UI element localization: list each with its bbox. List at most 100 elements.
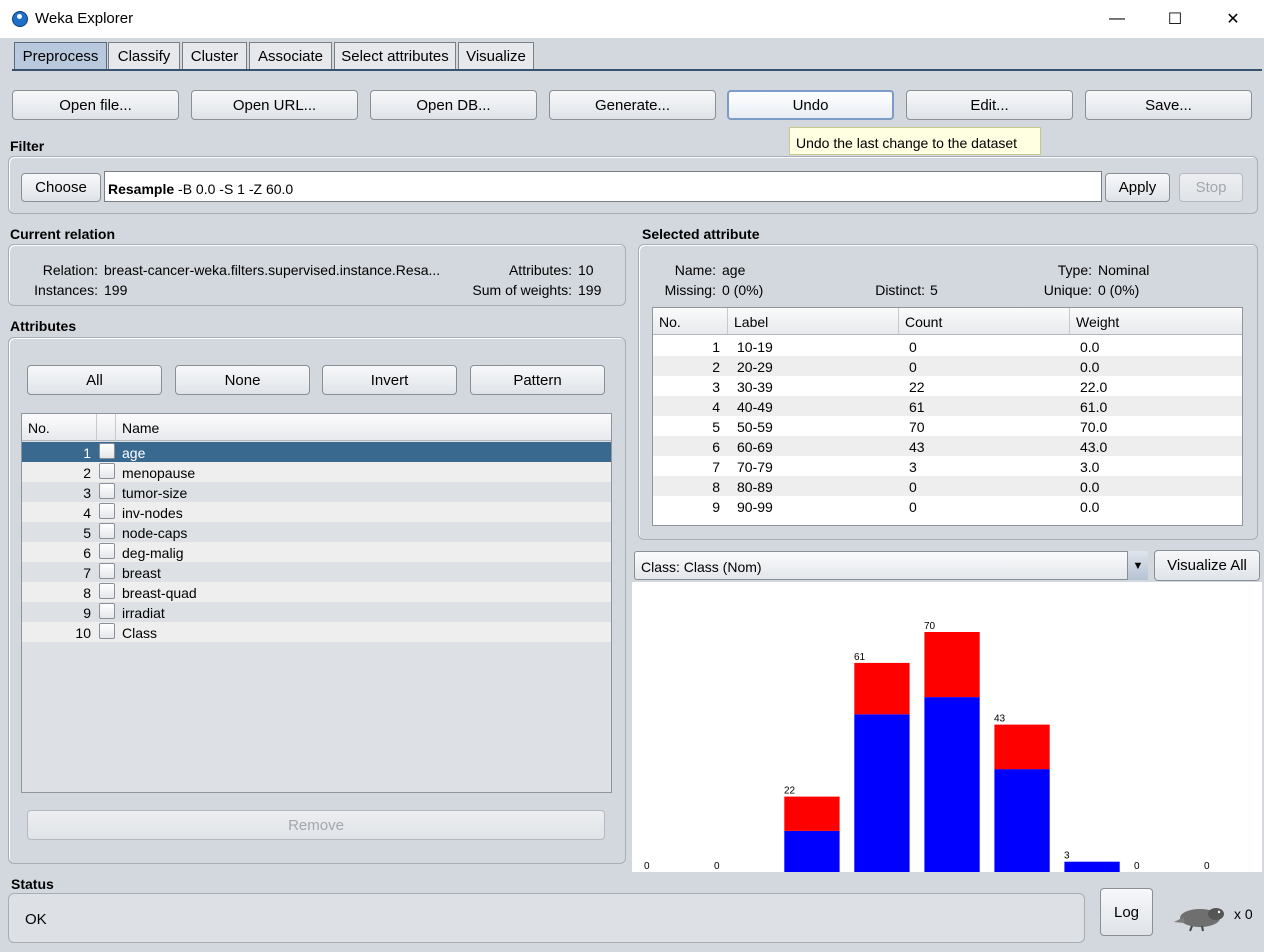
stat-count: 0 xyxy=(909,499,917,515)
attr-distinct-label: Distinct: xyxy=(875,282,925,298)
select-none-button[interactable]: None xyxy=(175,365,310,395)
tab-preprocess[interactable]: Preprocess xyxy=(14,42,107,69)
minimize-button[interactable]: — xyxy=(1088,0,1146,38)
apply-button[interactable]: Apply xyxy=(1105,173,1170,202)
stats-col-weight-header[interactable]: Weight xyxy=(1070,308,1242,334)
list-item[interactable]: 1 10-19 0 0.0 xyxy=(653,336,1242,356)
open-url-button[interactable]: Open URL... xyxy=(191,90,358,120)
bar-40-49-series-0 xyxy=(854,714,910,872)
row-checkbox[interactable] xyxy=(99,603,115,619)
list-item[interactable]: 7 70-79 3 3.0 xyxy=(653,456,1242,476)
edit-button[interactable]: Edit... xyxy=(906,90,1073,120)
table-row[interactable]: 8 breast-quad xyxy=(22,582,611,602)
attr-name-value: age xyxy=(722,262,746,278)
undo-tooltip: Undo the last change to the dataset xyxy=(789,127,1041,155)
row-checkbox[interactable] xyxy=(99,503,115,519)
label-stats-table: No. Label Count Weight 1 10-19 0 0.0 2 20-29 0… xyxy=(652,307,1243,526)
stat-label: 90-99 xyxy=(737,499,773,515)
class-select[interactable]: Class: Class (Nom) xyxy=(634,551,1148,580)
row-attribute-name: irradiat xyxy=(122,605,165,621)
stat-weight: 0.0 xyxy=(1080,499,1100,515)
visualize-all-button[interactable]: Visualize All xyxy=(1154,550,1260,581)
bar-count-label: 0 xyxy=(714,861,720,872)
filter-config-field[interactable]: Resample -B 0.0 -S 1 -Z 60.0 xyxy=(104,171,1102,202)
stats-col-label-header[interactable]: Label xyxy=(728,308,899,334)
tab-classify[interactable]: Classify xyxy=(108,42,180,69)
table-row[interactable]: 7 breast xyxy=(22,562,611,582)
stat-weight: 61.0 xyxy=(1080,399,1108,415)
col-check-header[interactable] xyxy=(97,414,116,440)
tab-select-attributes[interactable]: Select attributes xyxy=(334,42,456,69)
table-row[interactable]: 1 age xyxy=(22,442,611,462)
stats-col-count-header[interactable]: Count xyxy=(899,308,1070,334)
invert-selection-button[interactable]: Invert xyxy=(322,365,457,395)
row-checkbox[interactable] xyxy=(99,583,115,599)
list-item[interactable]: 9 90-99 0 0.0 xyxy=(653,496,1242,516)
class-distribution-chart: 0 0 22 61 70 43 3 0 0 xyxy=(632,582,1262,872)
row-checkbox[interactable] xyxy=(99,623,115,639)
list-item[interactable]: 8 80-89 0 0.0 xyxy=(653,476,1242,496)
stat-no: 3 xyxy=(712,379,720,395)
select-all-button[interactable]: All xyxy=(27,365,162,395)
save-button[interactable]: Save... xyxy=(1085,90,1252,120)
relation-value: breast-cancer-weka.filters.supervised.in… xyxy=(104,262,441,278)
stat-count: 61 xyxy=(909,399,925,415)
pattern-button[interactable]: Pattern xyxy=(470,365,605,395)
instances-value: 199 xyxy=(104,282,128,298)
table-row[interactable]: 6 deg-malig xyxy=(22,542,611,562)
table-row[interactable]: 5 node-caps xyxy=(22,522,611,542)
tab-associate[interactable]: Associate xyxy=(249,42,332,69)
row-number: 9 xyxy=(83,605,91,621)
stat-weight: 22.0 xyxy=(1080,379,1108,395)
table-row[interactable]: 9 irradiat xyxy=(22,602,611,622)
table-row[interactable]: 2 menopause xyxy=(22,462,611,482)
stat-count: 70 xyxy=(909,419,925,435)
close-button[interactable]: ✕ xyxy=(1204,0,1262,38)
col-no-header[interactable]: No. xyxy=(22,414,97,440)
stat-count: 0 xyxy=(909,339,917,355)
undo-button[interactable]: Undo xyxy=(727,90,894,120)
open-db-button[interactable]: Open DB... xyxy=(370,90,537,120)
tab-cluster[interactable]: Cluster xyxy=(182,42,247,69)
choose-filter-button[interactable]: Choose xyxy=(21,173,101,202)
list-item[interactable]: 6 60-69 43 43.0 xyxy=(653,436,1242,456)
list-item[interactable]: 2 20-29 0 0.0 xyxy=(653,356,1242,376)
open-file-button[interactable]: Open file... xyxy=(12,90,179,120)
remove-button: Remove xyxy=(27,810,605,840)
row-attribute-name: node-caps xyxy=(122,525,188,541)
row-checkbox[interactable] xyxy=(99,523,115,539)
list-item[interactable]: 4 40-49 61 61.0 xyxy=(653,396,1242,416)
row-checkbox[interactable] xyxy=(99,563,115,579)
label-stats-rows: 1 10-19 0 0.0 2 20-29 0 0.0 3 30-39 22 22.0 4 40-49 61… xyxy=(653,336,1242,516)
list-item[interactable]: 3 30-39 22 22.0 xyxy=(653,376,1242,396)
attr-missing-label: Missing: xyxy=(664,282,716,298)
weka-bird-icon xyxy=(1170,902,1228,932)
weka-app-icon xyxy=(12,11,28,27)
row-checkbox[interactable] xyxy=(99,443,115,459)
table-row[interactable]: 3 tumor-size xyxy=(22,482,611,502)
log-button[interactable]: Log xyxy=(1100,888,1153,936)
col-name-header[interactable]: Name xyxy=(116,414,611,440)
row-checkbox[interactable] xyxy=(99,483,115,499)
row-checkbox[interactable] xyxy=(99,543,115,559)
stat-label: 20-29 xyxy=(737,359,773,375)
generate-button[interactable]: Generate... xyxy=(549,90,716,120)
maximize-button[interactable]: ☐ xyxy=(1146,0,1204,38)
stat-label: 40-49 xyxy=(737,399,773,415)
attr-type-label: Type: xyxy=(1057,262,1092,278)
stat-count: 0 xyxy=(909,479,917,495)
bar-30-39-series-1 xyxy=(784,796,840,831)
stats-col-no-header[interactable]: No. xyxy=(653,308,728,334)
stat-weight: 0.0 xyxy=(1080,339,1100,355)
table-row[interactable]: 4 inv-nodes xyxy=(22,502,611,522)
stat-label: 50-59 xyxy=(737,419,773,435)
task-count: x 0 xyxy=(1234,906,1253,922)
attributes-table-header: No. Name xyxy=(22,414,611,441)
stat-count: 43 xyxy=(909,439,925,455)
row-checkbox[interactable] xyxy=(99,463,115,479)
chevron-down-icon[interactable]: ▼ xyxy=(1127,551,1148,580)
list-item[interactable]: 5 50-59 70 70.0 xyxy=(653,416,1242,436)
stat-weight: 0.0 xyxy=(1080,359,1100,375)
tab-visualize[interactable]: Visualize xyxy=(458,42,534,69)
table-row[interactable]: 10 Class xyxy=(22,622,611,642)
